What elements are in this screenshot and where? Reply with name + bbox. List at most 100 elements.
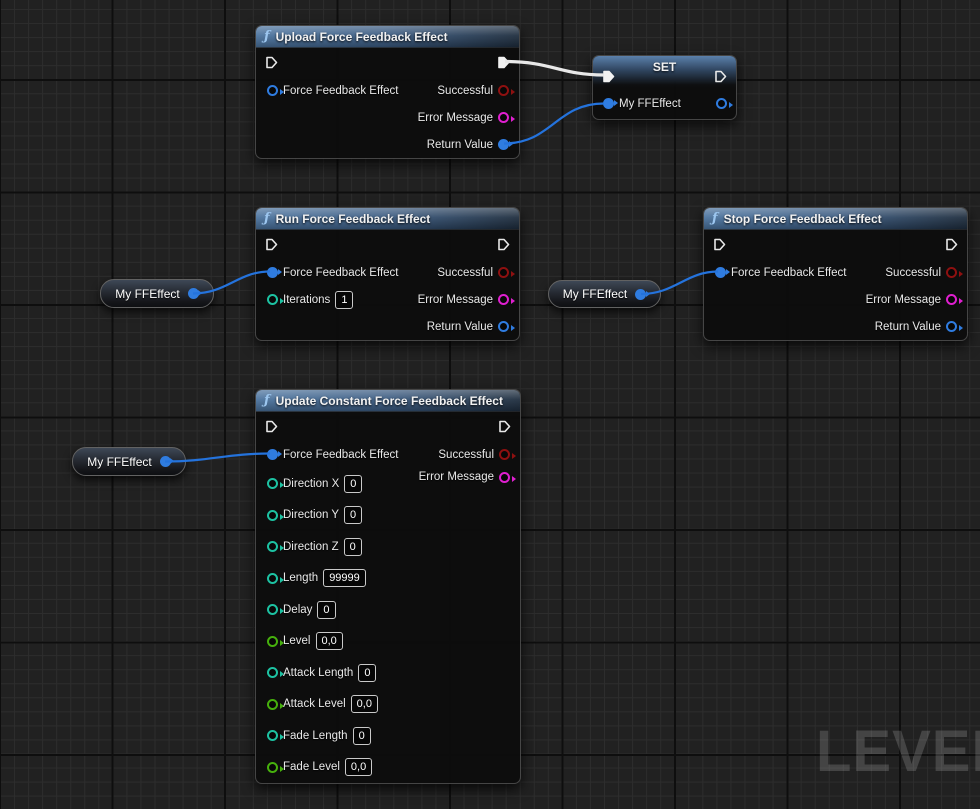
object-pin[interactable] bbox=[188, 288, 199, 299]
exec-out-pin-icon[interactable] bbox=[945, 238, 958, 251]
node-title: Upload Force Feedback Effect bbox=[276, 30, 448, 44]
pin-label: Force Feedback Effect bbox=[283, 449, 398, 461]
bool-pin[interactable] bbox=[498, 267, 509, 278]
pin-label: Level bbox=[283, 635, 311, 647]
string-pin[interactable] bbox=[498, 112, 509, 123]
pin-label: Length bbox=[283, 572, 318, 584]
node-header: ƒ Stop Force Feedback Effect bbox=[704, 208, 967, 230]
int-pin[interactable] bbox=[267, 573, 278, 584]
pin-label: Return Value bbox=[427, 139, 493, 151]
node-getter-my-ffeffect-3[interactable]: My FFEffect bbox=[72, 447, 186, 476]
pin-label: Error Message bbox=[866, 294, 941, 306]
pin-label: Return Value bbox=[427, 321, 493, 333]
fade-length-value-input[interactable]: 0 bbox=[353, 727, 371, 745]
pin-label: Force Feedback Effect bbox=[283, 85, 398, 97]
object-pin[interactable] bbox=[715, 267, 726, 278]
pin-label: Force Feedback Effect bbox=[283, 267, 398, 279]
int-pin[interactable] bbox=[267, 667, 278, 678]
bool-pin[interactable] bbox=[499, 449, 510, 460]
direction-y-value-input[interactable]: 0 bbox=[344, 506, 362, 524]
int-pin[interactable] bbox=[267, 541, 278, 552]
object-pin[interactable] bbox=[160, 456, 171, 467]
object-pin[interactable] bbox=[498, 321, 509, 332]
function-icon: ƒ bbox=[264, 212, 270, 225]
exec-in-pin-icon[interactable] bbox=[265, 56, 278, 69]
function-icon: ƒ bbox=[264, 394, 270, 407]
variable-label: My FFEffect bbox=[87, 455, 151, 469]
node-getter-my-ffeffect-1[interactable]: My FFEffect bbox=[100, 279, 214, 308]
pin-label: Attack Level bbox=[283, 698, 346, 710]
string-pin[interactable] bbox=[499, 472, 510, 483]
int-pin[interactable] bbox=[267, 604, 278, 615]
pin-label: Force Feedback Effect bbox=[731, 267, 846, 279]
node-header: ƒ Run Force Feedback Effect bbox=[256, 208, 519, 230]
node-update-constant-force-feedback-effect[interactable]: ƒ Update Constant Force Feedback Effect … bbox=[255, 389, 521, 784]
node-title: Stop Force Feedback Effect bbox=[724, 212, 882, 226]
float-pin[interactable] bbox=[267, 699, 278, 710]
node-upload-force-feedback-effect[interactable]: ƒ Upload Force Feedback Effect Force Fee… bbox=[255, 25, 520, 159]
int-pin[interactable] bbox=[267, 294, 278, 305]
bool-pin[interactable] bbox=[498, 85, 509, 96]
object-pin[interactable] bbox=[267, 267, 278, 278]
node-title: Update Constant Force Feedback Effect bbox=[276, 394, 503, 408]
pin-label: Direction Y bbox=[283, 509, 339, 521]
int-pin[interactable] bbox=[267, 478, 278, 489]
pin-label: Error Message bbox=[418, 294, 493, 306]
pin-label: Attack Length bbox=[283, 667, 353, 679]
node-header: ƒ Upload Force Feedback Effect bbox=[256, 26, 519, 48]
variable-label: My FFEffect bbox=[115, 287, 179, 301]
string-pin[interactable] bbox=[946, 294, 957, 305]
direction-z-value-input[interactable]: 0 bbox=[344, 538, 362, 556]
iterations-value-input[interactable]: 1 bbox=[335, 291, 353, 309]
graph-watermark: LEVEL bbox=[816, 718, 980, 785]
exec-in-pin-icon[interactable] bbox=[265, 420, 278, 433]
int-pin[interactable] bbox=[267, 730, 278, 741]
fade-level-value-input[interactable]: 0,0 bbox=[345, 758, 372, 776]
object-pin[interactable] bbox=[498, 139, 509, 150]
exec-out-pin-icon[interactable] bbox=[497, 238, 510, 251]
node-header: SET bbox=[593, 56, 736, 88]
exec-in-pin-icon[interactable] bbox=[602, 70, 615, 83]
attack-length-value-input[interactable]: 0 bbox=[358, 664, 376, 682]
function-icon: ƒ bbox=[712, 212, 718, 225]
pin-label: Successful bbox=[437, 267, 493, 279]
object-pin[interactable] bbox=[267, 449, 278, 460]
direction-x-value-input[interactable]: 0 bbox=[344, 475, 362, 493]
exec-out-pin-icon[interactable] bbox=[498, 420, 511, 433]
string-pin[interactable] bbox=[498, 294, 509, 305]
object-pin[interactable] bbox=[946, 321, 957, 332]
length-value-input[interactable]: 99999 bbox=[323, 569, 366, 587]
object-pin[interactable] bbox=[635, 289, 646, 300]
node-header: ƒ Update Constant Force Feedback Effect bbox=[256, 390, 520, 412]
delay-value-input[interactable]: 0 bbox=[317, 601, 335, 619]
object-pin[interactable] bbox=[267, 85, 278, 96]
node-set-my-ffeffect[interactable]: SET My FFEffect bbox=[592, 55, 737, 120]
pin-label: Direction X bbox=[283, 478, 339, 490]
pin-label: Fade Level bbox=[283, 761, 340, 773]
blueprint-graph-canvas[interactable]: LEVEL ƒ Upload Force Feedback Effect For… bbox=[0, 0, 980, 809]
object-pin[interactable] bbox=[603, 98, 614, 109]
pin-label: My FFEffect bbox=[619, 98, 681, 110]
variable-label: My FFEffect bbox=[563, 287, 627, 301]
pin-label: Successful bbox=[438, 449, 494, 461]
exec-out-pin-icon[interactable] bbox=[714, 70, 727, 83]
exec-out-pin-icon[interactable] bbox=[497, 56, 510, 69]
pin-label: Return Value bbox=[875, 321, 941, 333]
node-stop-force-feedback-effect[interactable]: ƒ Stop Force Feedback Effect Force Feedb… bbox=[703, 207, 968, 341]
pin-label: Successful bbox=[885, 267, 941, 279]
level-value-input[interactable]: 0,0 bbox=[316, 632, 343, 650]
exec-in-pin-icon[interactable] bbox=[265, 238, 278, 251]
bool-pin[interactable] bbox=[946, 267, 957, 278]
pin-label: Delay bbox=[283, 604, 312, 616]
int-pin[interactable] bbox=[267, 510, 278, 521]
exec-in-pin-icon[interactable] bbox=[713, 238, 726, 251]
float-pin[interactable] bbox=[267, 762, 278, 773]
pin-label: Direction Z bbox=[283, 541, 339, 553]
node-run-force-feedback-effect[interactable]: ƒ Run Force Feedback Effect Force Feedba… bbox=[255, 207, 520, 341]
pin-label: Error Message bbox=[419, 471, 494, 483]
pin-label: Error Message bbox=[418, 112, 493, 124]
attack-level-value-input[interactable]: 0,0 bbox=[351, 695, 378, 713]
float-pin[interactable] bbox=[267, 636, 278, 647]
object-pin[interactable] bbox=[716, 98, 727, 109]
node-getter-my-ffeffect-2[interactable]: My FFEffect bbox=[548, 280, 661, 308]
